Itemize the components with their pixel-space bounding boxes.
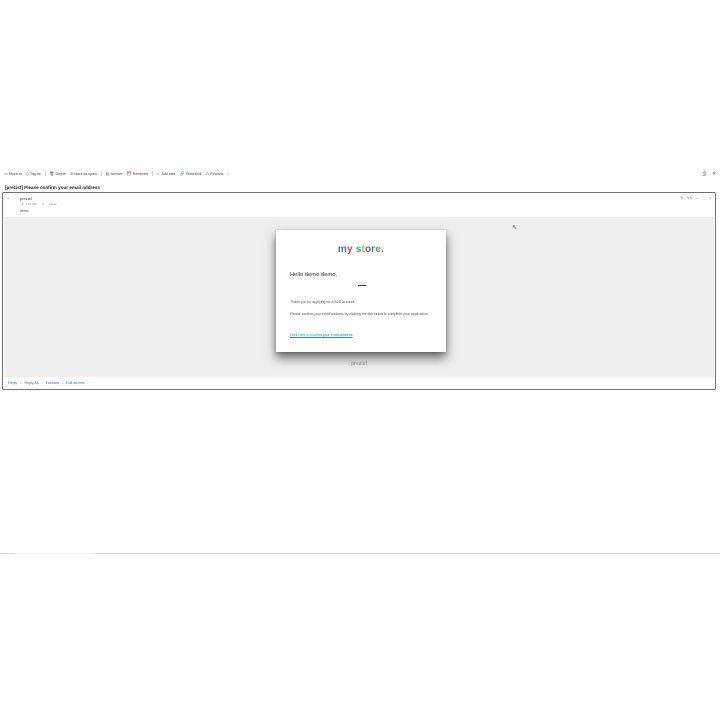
trash-icon: 🗑	[49, 171, 55, 176]
toolbar-more-button[interactable]: ›	[228, 172, 229, 176]
link-icon: 🔗	[179, 171, 185, 176]
toolbar-divider	[44, 171, 46, 176]
sender-name[interactable]: prezisf	[20, 196, 32, 201]
tag-as-label: Tag as	[30, 171, 41, 176]
header-actions: ↰ ↰↰ → ⋮ ×	[681, 196, 711, 200]
chevron-right-icon: ›	[227, 171, 229, 176]
reply-bar-separator: •	[61, 381, 64, 385]
reply-icon[interactable]: ↰	[681, 196, 684, 200]
recover-label: Recover	[210, 171, 224, 176]
reminder-button[interactable]: ⏰ Reminder	[127, 171, 149, 176]
delete-button[interactable]: 🗑 Delete	[49, 171, 66, 176]
email-paragraph-1: Thank you for applying for a B2B Account…	[290, 300, 356, 304]
delete-label: Delete	[55, 171, 66, 176]
spam-icon: ⊘	[69, 171, 74, 176]
confirm-email-link[interactable]: Click here to confirm your email address	[290, 333, 352, 337]
reply-button[interactable]: Reply	[8, 381, 17, 385]
clock-icon: ◷	[41, 202, 45, 206]
forward-icon[interactable]: →	[696, 196, 700, 200]
message-header: ⌃ prezisf ▾ 1:15 AM · ◷ · Inbox demo ↰ ↰…	[3, 193, 715, 217]
move-to-button[interactable]: ▭ Move to	[4, 171, 22, 176]
message-card: ⌃ prezisf ▾ 1:15 AM · ◷ · Inbox demo ↰ ↰…	[2, 192, 716, 390]
email-greeting: Hello demo demo,	[290, 272, 338, 278]
bottom-tab-indicator	[15, 553, 95, 554]
reply-all-icon[interactable]: ↰↰	[687, 196, 693, 200]
mark-as-spam-label: Mark as spam	[74, 171, 97, 176]
email-content-card: my store. Hello demo demo, Thank you for…	[276, 230, 446, 352]
more-options-icon[interactable]: ⋮	[702, 196, 706, 200]
reply-all-button[interactable]: Reply All	[24, 381, 38, 385]
mouse-cursor-icon: ⇖	[512, 225, 518, 231]
reminder-label: Reminder	[132, 171, 149, 176]
permalink-button[interactable]: 🔗 Permalink	[179, 171, 201, 176]
toolbar-divider	[101, 171, 102, 176]
check-icon: ✓	[156, 171, 161, 176]
message-subject: [prezisf] Please confirm your email addr…	[5, 184, 100, 190]
logo-letter: .	[381, 244, 385, 255]
folder-icon: ▭	[4, 171, 8, 176]
more-icon: ⊙	[205, 171, 209, 176]
logo-letter: m	[337, 244, 347, 255]
bottom-divider	[0, 553, 720, 554]
recipient: demo	[20, 209, 29, 213]
logo-letter: y	[346, 244, 353, 255]
close-icon[interactable]: ✕	[712, 171, 716, 177]
tag-icon: ◇	[25, 171, 29, 176]
printer-icon[interactable]: ⎙	[703, 171, 707, 177]
store-logo: my store.	[276, 244, 446, 255]
add-task-label: Add task	[161, 171, 176, 176]
archive-label: Archive	[110, 171, 123, 176]
message-meta: ▾ 1:15 AM · ◷ · Inbox	[22, 202, 57, 206]
add-task-button[interactable]: ✓ Add task	[157, 171, 176, 176]
toolbar-divider	[152, 171, 153, 176]
message-toolbar: ▭ Move to ◇ Tag as 🗑 Delete ⊘ Mark as sp…	[4, 169, 716, 178]
permalink-label: Permalink	[185, 171, 202, 176]
message-folder: Inbox	[49, 202, 57, 206]
collapse-chevron-icon[interactable]: ⌃	[6, 197, 10, 203]
meta-separator: ·	[38, 202, 40, 206]
reply-bar-separator: •	[20, 381, 22, 385]
reply-bar: Reply • Reply All • Forward • Edit as ne…	[8, 381, 85, 385]
email-paragraph-2: Please confirm your email address by cli…	[290, 312, 429, 316]
email-footer-brand: prezisf	[350, 361, 368, 367]
tag-as-button[interactable]: ◇ Tag as	[26, 171, 41, 176]
move-to-label: Move to	[8, 171, 22, 176]
meta-separator: ·	[46, 202, 48, 206]
greeting-divider	[358, 284, 366, 286]
message-body: my store. Hello demo demo, Thank you for…	[4, 217, 714, 377]
close-message-icon[interactable]: ×	[709, 196, 711, 200]
forward-button[interactable]: Forward	[46, 381, 59, 385]
edit-as-new-button[interactable]: Edit as new	[66, 381, 85, 385]
archive-button[interactable]: ▤ Archive	[106, 171, 123, 176]
reminder-icon: ⏰	[126, 171, 132, 176]
recover-button[interactable]: ⊙ Recover	[206, 171, 224, 176]
archive-icon: ▤	[105, 171, 110, 176]
mark-as-spam-button[interactable]: ⊘ Mark as spam	[70, 171, 97, 176]
reply-bar-separator: •	[41, 381, 43, 385]
message-time: 1:15 AM	[25, 202, 37, 206]
star-icon[interactable]: ▾	[22, 202, 24, 206]
